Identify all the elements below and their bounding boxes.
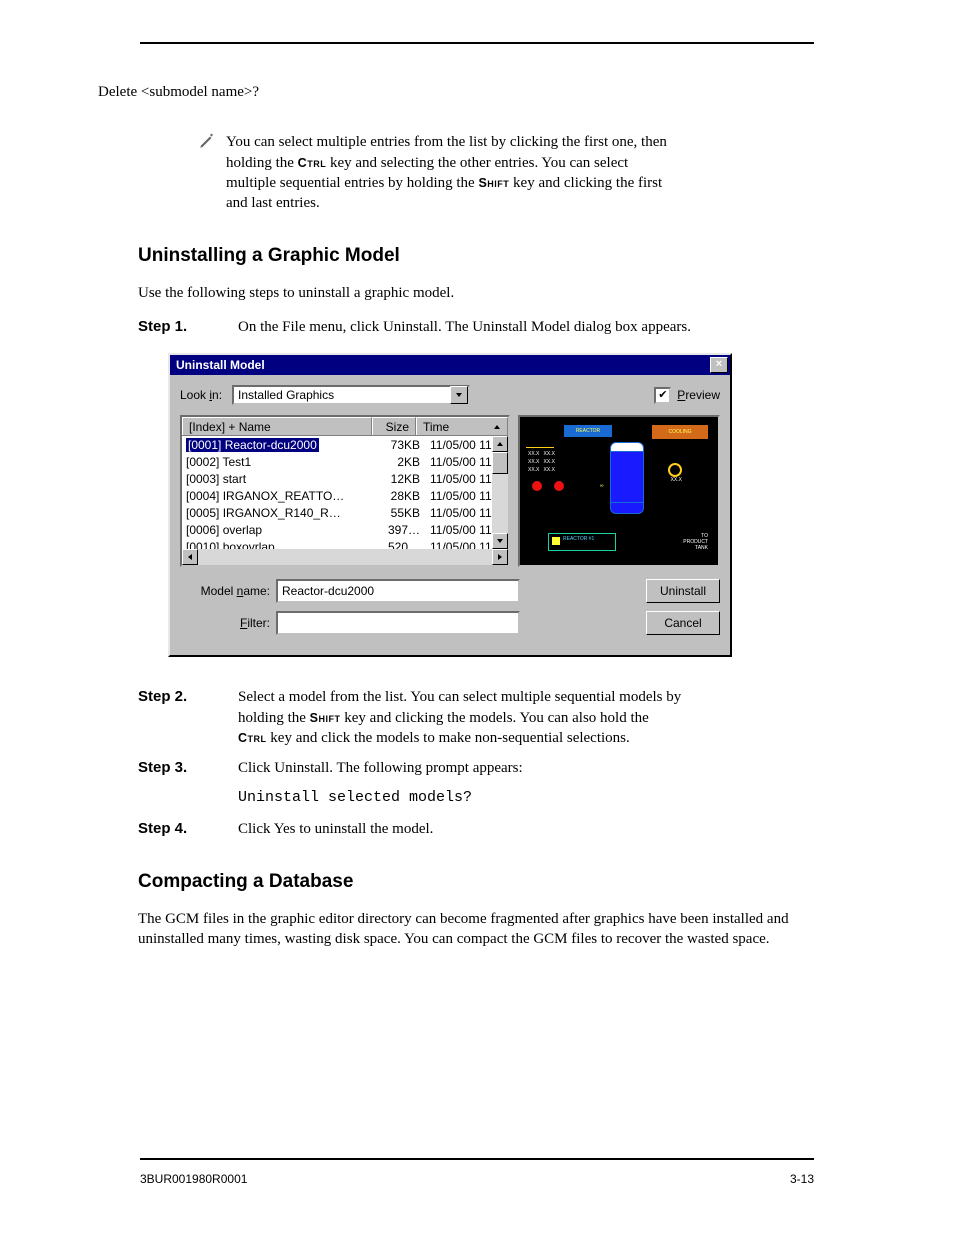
col-time[interactable]: Time <box>416 417 508 435</box>
step2-mid2: key and clicking the models. You can als… <box>341 710 649 726</box>
note-line2b: key and selecting the other entries. You… <box>326 155 628 171</box>
preview-pump-icon <box>668 463 682 477</box>
preview-tank: TANK <box>695 545 708 552</box>
filter-label: Filter: <box>180 615 276 631</box>
shift-keycap-2: Shift <box>310 711 341 725</box>
preview-valve2-icon <box>554 481 564 491</box>
note-line2d: key and clicking the first <box>509 175 662 191</box>
close-icon[interactable]: × <box>710 357 728 373</box>
preview-reactor-label: REACTOR #1 <box>563 536 594 543</box>
scroll-right-icon[interactable] <box>492 549 508 565</box>
note-line1: You can select multiple entries from the… <box>226 134 667 150</box>
uninstall-model-dialog: Uninstall Model × Look in: Installed Gra… <box>168 353 732 657</box>
step4-body: Click Yes to uninstall the model. <box>238 819 814 839</box>
preview-header1: REACTOR <box>564 425 612 437</box>
modelname-field[interactable]: Reactor-dcu2000 <box>276 579 520 603</box>
lookin-label-post: n: <box>212 388 222 402</box>
preview-header2: COOLING <box>652 425 708 439</box>
bottom-rule <box>140 1158 814 1160</box>
compact-heading: Compacting a Database <box>138 869 814 895</box>
step2-line1: Select a model from the list. You can se… <box>238 689 681 705</box>
delete-prompt: Delete <submodel name>? <box>98 82 814 102</box>
footer-right: 3-13 <box>790 1172 814 1186</box>
uninstall-heading: Uninstalling a Graphic Model <box>138 243 814 269</box>
step2-label: Step 2. <box>138 687 238 748</box>
model-list[interactable]: [Index] + Name Size Time [0001] Reactor-… <box>180 415 510 567</box>
list-item[interactable]: [0006] overlap397…11/05/00 11… <box>182 521 492 538</box>
lookin-select[interactable]: Installed Graphics <box>232 385 470 405</box>
list-item[interactable]: [0003] start12KB11/05/00 11… <box>182 470 492 487</box>
footer-left: 3BUR001980R0001 <box>140 1172 247 1186</box>
note-line2c: multiple sequential entries by holding t… <box>226 175 478 191</box>
step3-label: Step 3. <box>138 758 238 778</box>
preview-xx2: XX.X XX.X <box>528 459 555 466</box>
step1-body: On the File menu, click Uninstall. The U… <box>238 317 814 337</box>
compact-p1: The GCM files in the graphic editor dire… <box>138 909 814 950</box>
preview-infinity-icon: ∞ <box>600 483 604 490</box>
filter-field[interactable] <box>276 611 520 635</box>
dialog-title: Uninstall Model <box>176 357 710 373</box>
shift-keycap: Shift <box>478 176 509 190</box>
preview-valve1-icon <box>532 481 542 491</box>
preview-checkbox[interactable]: ✔ <box>654 387 671 404</box>
list-item[interactable]: [0010] boxovrlap520…11/05/00 11… <box>182 538 492 549</box>
list-item[interactable]: [0002] Test12KB11/05/00 11… <box>182 453 492 470</box>
list-item[interactable]: [0001] Reactor-dcu200073KB11/05/00 11… <box>182 436 492 453</box>
col-size[interactable]: Size <box>372 417 416 435</box>
uninstall-button[interactable]: Uninstall <box>646 579 720 603</box>
modelname-value: Reactor-dcu2000 <box>282 583 374 599</box>
preview-pane: REACTOR COOLING XX.X XX.X XX.X XX.X XX.X… <box>518 415 720 567</box>
step2-body: Select a model from the list. You can se… <box>238 687 814 748</box>
preview-vessel-bot <box>610 502 644 514</box>
top-rule <box>140 42 814 44</box>
preview-xx3: XX.X XX.X <box>528 467 555 474</box>
filter-label-post: ilter: <box>247 616 270 630</box>
step2-line3: key and click the models to make non-seq… <box>267 730 630 746</box>
col-time-text: Time <box>423 419 449 435</box>
pencil-icon <box>198 132 216 150</box>
preview-xx1: XX.X XX.X <box>528 451 555 458</box>
ctrl-keycap-2: Ctrl <box>238 731 267 745</box>
modelname-label: Model name: <box>180 583 276 599</box>
note-text: You can select multiple entries from the… <box>226 132 814 213</box>
preview-label-rest: review <box>685 388 720 402</box>
preview-line <box>526 447 554 448</box>
step3-body: Click Uninstall. The following prompt ap… <box>238 758 814 778</box>
ctrl-keycap: Ctrl <box>298 156 327 170</box>
scroll-left-icon[interactable] <box>182 549 198 565</box>
modelname-label-pre: Model <box>201 584 237 598</box>
note-line3: and last entries. <box>226 195 320 211</box>
modelname-label-post: ame: <box>243 584 270 598</box>
list-item[interactable]: [0004] IRGANOX_REATTO…28KB11/05/00 11… <box>182 487 492 504</box>
horizontal-scrollbar[interactable] <box>182 549 508 565</box>
scroll-up-icon[interactable] <box>492 436 508 452</box>
uninstall-intro: Use the following steps to uninstall a g… <box>138 283 814 303</box>
preview-xx4: XX.X <box>671 477 682 484</box>
cancel-button[interactable]: Cancel <box>646 611 720 635</box>
preview-reactor-label-box: REACTOR #1 <box>548 533 616 551</box>
dropdown-arrow-icon[interactable] <box>450 386 468 404</box>
lookin-label-pre: Look <box>180 388 209 402</box>
scroll-down-icon[interactable] <box>492 533 508 549</box>
note-line2a: holding the <box>226 155 298 171</box>
step1-label: Step 1. <box>138 317 238 337</box>
dialog-titlebar[interactable]: Uninstall Model × <box>170 355 730 375</box>
col-name[interactable]: [Index] + Name <box>182 417 372 435</box>
step2-mid1: holding the <box>238 710 310 726</box>
lookin-label: Look in: <box>180 387 222 403</box>
list-item[interactable]: [0005] IRGANOX_R140_R…55KB11/05/00 11… <box>182 504 492 521</box>
sort-up-icon[interactable] <box>493 423 501 431</box>
step4-label: Step 4. <box>138 819 238 839</box>
scroll-thumb[interactable] <box>492 452 508 474</box>
preview-vessel-mid <box>610 451 644 505</box>
preview-label: Preview <box>677 387 720 403</box>
list-header[interactable]: [Index] + Name Size Time <box>182 417 508 436</box>
vertical-scrollbar[interactable] <box>492 436 508 549</box>
uninstall-prompt-mono: Uninstall selected models? <box>238 788 814 808</box>
lookin-value: Installed Graphics <box>238 387 450 403</box>
